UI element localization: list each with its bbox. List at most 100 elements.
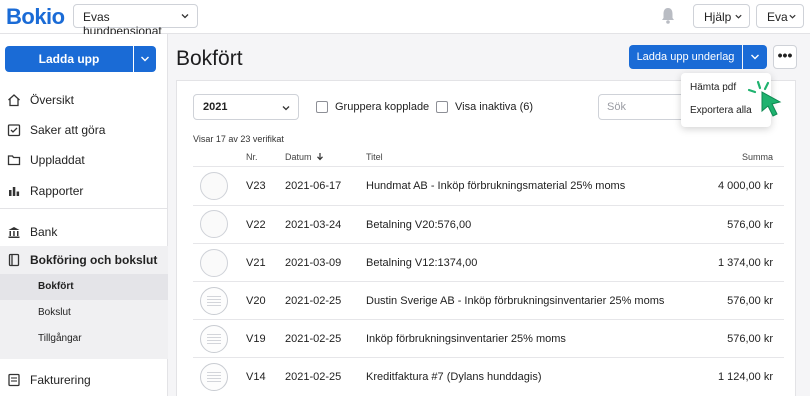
row-sum: 576,00 kr bbox=[727, 333, 773, 345]
sidebar-item-label: Bokföring och bokslut bbox=[30, 253, 158, 267]
sidebar-item-fakturering[interactable]: Fakturering bbox=[0, 366, 168, 394]
search-input[interactable]: Sök bbox=[598, 94, 688, 120]
bokio-logo[interactable]: Bokio bbox=[6, 4, 65, 30]
row-date: 2021-06-17 bbox=[285, 180, 342, 192]
sidebar-item-uppladdat[interactable]: Uppladdat bbox=[0, 146, 168, 174]
row-nr: V20 bbox=[246, 295, 266, 307]
user-name: Eva bbox=[767, 10, 788, 24]
page-title: Bokfört bbox=[176, 47, 243, 70]
top-bar: Bokio Evas hundpensionat Hjälp Eva bbox=[0, 0, 810, 38]
row-nr: V14 bbox=[246, 371, 266, 383]
row-date: 2021-02-25 bbox=[285, 295, 342, 307]
checklist-icon bbox=[7, 124, 21, 137]
group-linked-checkbox[interactable] bbox=[316, 101, 328, 113]
sidebar-subitem-tillgangar[interactable]: Tillgångar bbox=[0, 326, 168, 359]
row-divider bbox=[193, 319, 784, 320]
document-thumbnail bbox=[200, 210, 228, 238]
sidebar-subitem-bokfort[interactable]: Bokfört bbox=[0, 274, 168, 300]
sidebar-subitem-label: Tillgångar bbox=[38, 333, 82, 344]
upload-options-button[interactable] bbox=[134, 46, 156, 72]
row-divider bbox=[193, 281, 784, 282]
row-sum: 576,00 kr bbox=[727, 295, 773, 307]
column-header-nr[interactable]: Nr. bbox=[246, 152, 258, 162]
column-header-title[interactable]: Titel bbox=[366, 152, 383, 162]
upload-documents-options-button[interactable] bbox=[743, 45, 767, 69]
company-selector[interactable]: Evas hundpensionat bbox=[73, 4, 198, 38]
invoice-icon bbox=[8, 373, 20, 387]
year-value: 2021 bbox=[203, 101, 228, 113]
sidebar-item-label: Bank bbox=[30, 225, 58, 239]
sidebar-item-bokforing-och-bokslut[interactable]: Bokföring och bokslut bbox=[0, 246, 168, 276]
column-header-date-label: Datum bbox=[285, 152, 312, 162]
row-title: Dustin Sverige AB - Inköp förbrukningsin… bbox=[366, 295, 665, 307]
chevron-down-icon bbox=[282, 106, 290, 111]
column-header-date[interactable]: Datum bbox=[285, 152, 324, 162]
row-date: 2021-02-25 bbox=[285, 371, 342, 383]
sidebar: Ladda upp Översikt Saker att göra Upplad… bbox=[0, 34, 168, 396]
sidebar-item-label: Fakturering bbox=[30, 373, 91, 387]
sidebar-subitem-label: Bokfört bbox=[38, 281, 74, 292]
chevron-down-icon bbox=[751, 54, 759, 60]
help-label: Hjälp bbox=[704, 10, 732, 24]
upload-button[interactable]: Ladda upp bbox=[5, 46, 133, 72]
sidebar-item-bank[interactable]: Bank bbox=[0, 218, 168, 246]
sidebar-subitem-bokslut[interactable]: Bokslut bbox=[0, 300, 168, 326]
row-divider bbox=[193, 357, 784, 358]
row-date: 2021-02-25 bbox=[285, 333, 342, 345]
sidebar-item-label: Översikt bbox=[30, 93, 75, 107]
bell-icon[interactable] bbox=[660, 6, 676, 24]
row-title: Hundmat AB - Inköp förbrukningsmaterial … bbox=[366, 180, 626, 192]
more-options-button[interactable]: ••• bbox=[773, 45, 797, 69]
help-menu[interactable]: Hjälp bbox=[693, 4, 750, 28]
sidebar-subitem-label: Bokslut bbox=[38, 307, 71, 318]
home-icon bbox=[8, 94, 20, 107]
row-sum: 576,00 kr bbox=[727, 219, 773, 231]
menu-item-download-pdf[interactable]: Hämta pdf bbox=[690, 82, 736, 93]
header-divider bbox=[193, 166, 784, 167]
folder-icon bbox=[7, 155, 21, 166]
user-menu[interactable]: Eva bbox=[756, 4, 804, 28]
row-date: 2021-03-09 bbox=[285, 257, 342, 269]
sidebar-item-saker-att-gora[interactable]: Saker att göra bbox=[0, 116, 168, 144]
chevron-down-icon bbox=[141, 56, 149, 62]
row-divider bbox=[193, 243, 784, 244]
sidebar-item-label: Rapporter bbox=[30, 184, 84, 198]
pointer-cursor-icon bbox=[747, 80, 782, 117]
row-date: 2021-03-24 bbox=[285, 219, 342, 231]
document-thumbnail bbox=[200, 363, 228, 391]
show-inactive-label: Visa inaktiva (6) bbox=[455, 101, 534, 113]
sidebar-item-label: Saker att göra bbox=[30, 123, 106, 137]
sidebar-divider bbox=[0, 208, 168, 209]
year-select[interactable]: 2021 bbox=[193, 94, 299, 120]
document-thumbnail bbox=[200, 172, 228, 200]
show-inactive-checkbox[interactable] bbox=[436, 101, 448, 113]
row-sum: 1 374,00 kr bbox=[717, 257, 773, 269]
row-nr: V19 bbox=[246, 333, 266, 345]
results-count: Visar 17 av 23 verifikat bbox=[193, 134, 284, 144]
verifications-panel bbox=[176, 80, 796, 396]
row-nr: V22 bbox=[246, 219, 266, 231]
bar-chart-icon bbox=[9, 187, 20, 196]
row-sum: 4 000,00 kr bbox=[717, 180, 773, 192]
row-title: Kreditfaktura #7 (Dylans hunddagis) bbox=[366, 371, 542, 383]
row-title: Betalning V20:576,00 bbox=[366, 219, 472, 231]
document-thumbnail bbox=[200, 287, 228, 315]
sidebar-item-rapporter[interactable]: Rapporter bbox=[0, 177, 168, 205]
document-thumbnail bbox=[200, 325, 228, 353]
row-nr: V21 bbox=[246, 257, 266, 269]
chevron-down-icon bbox=[789, 14, 796, 19]
row-sum: 1 124,00 kr bbox=[717, 371, 773, 383]
row-nr: V23 bbox=[246, 180, 266, 192]
sidebar-item-oversikt[interactable]: Översikt bbox=[0, 86, 168, 114]
chevron-down-icon bbox=[735, 14, 742, 19]
row-title: Inköp förbrukningsinventarier 25% moms bbox=[366, 333, 566, 345]
document-thumbnail bbox=[200, 249, 228, 277]
column-header-sum[interactable]: Summa bbox=[700, 152, 773, 162]
sidebar-item-label: Uppladdat bbox=[30, 153, 85, 167]
row-divider bbox=[193, 205, 784, 206]
sort-down-icon bbox=[317, 153, 323, 161]
chevron-down-icon bbox=[181, 14, 189, 19]
menu-item-export-all[interactable]: Exportera alla bbox=[690, 105, 752, 116]
row-title: Betalning V12:1374,00 bbox=[366, 257, 478, 269]
upload-documents-button[interactable]: Ladda upp underlag bbox=[629, 45, 742, 69]
